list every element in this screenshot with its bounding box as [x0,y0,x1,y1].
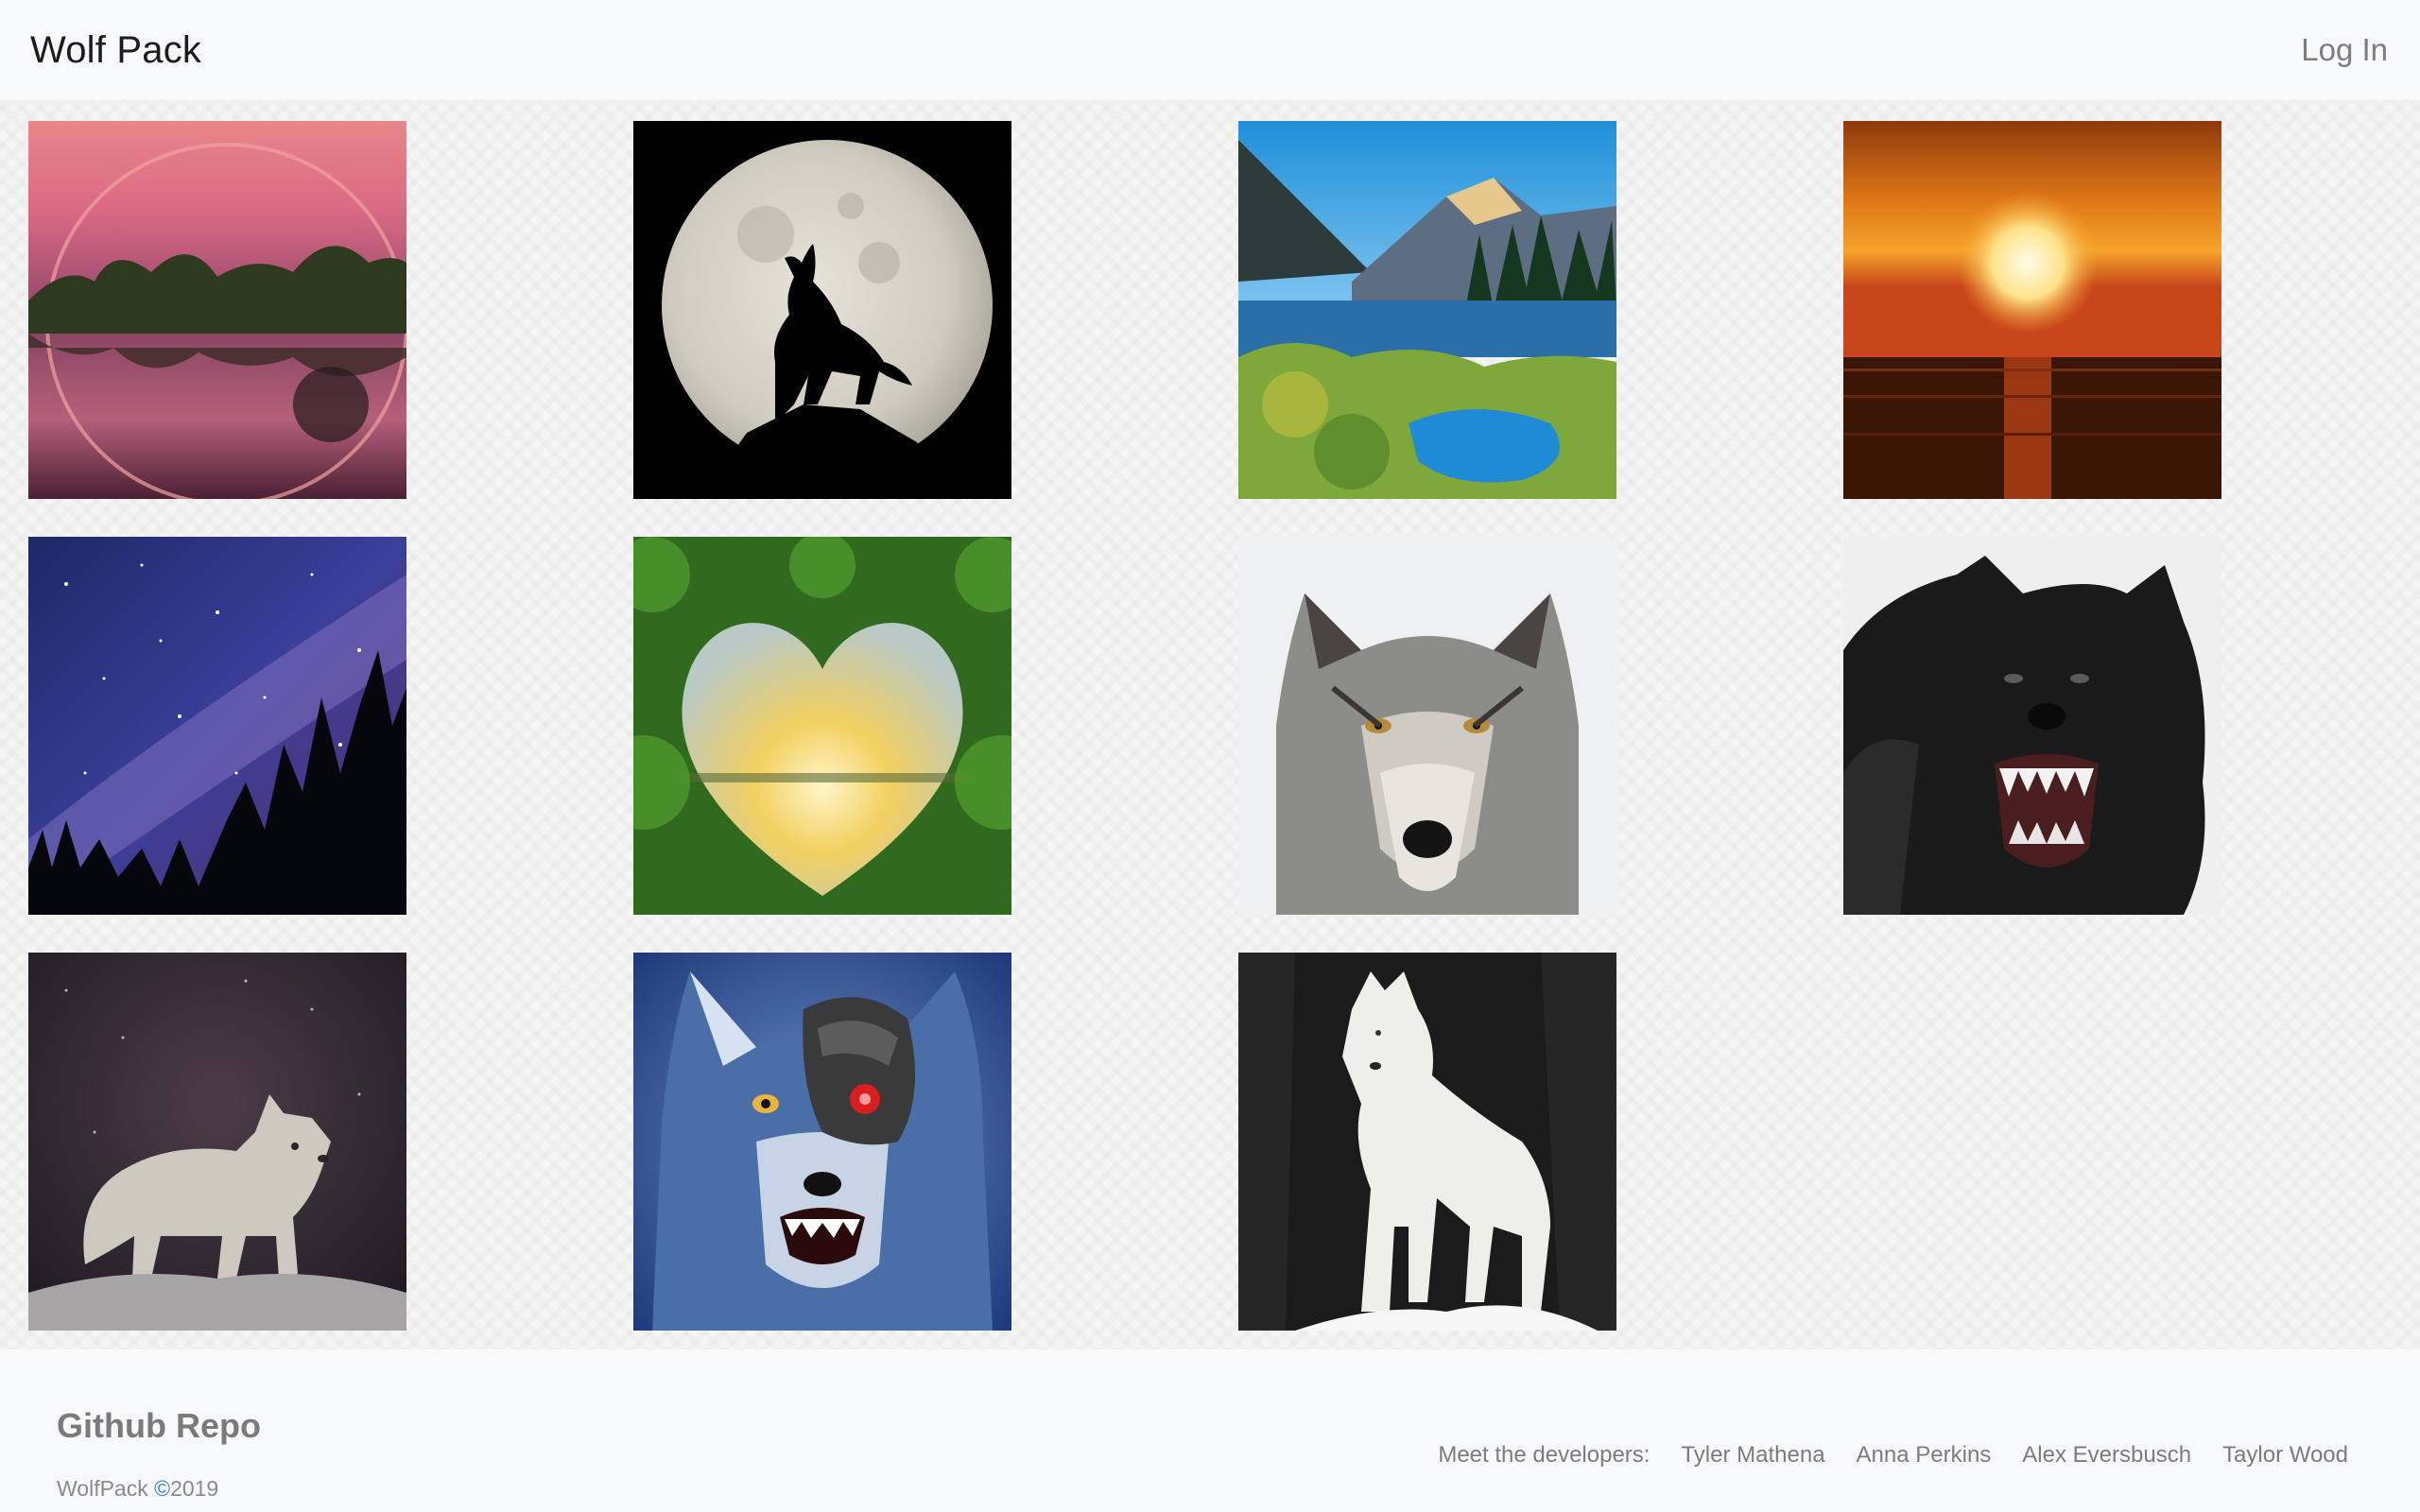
snarling-wolf-image [1843,537,2221,915]
developer-link[interactable]: Taylor Wood [2222,1442,2348,1469]
white-wolf-image [1238,953,1616,1331]
gallery-image-milky-way[interactable] [28,537,406,915]
wolf-moon-image [633,121,1011,499]
gallery-image-heart-forest[interactable] [633,537,1011,915]
developer-link[interactable]: Alex Eversbusch [2022,1442,2191,1469]
brand-title[interactable]: Wolf Pack [30,29,201,72]
ocean-sunset-image [1843,121,2221,499]
developers-list: Meet the developers: Tyler Mathena Anna … [1438,1442,2348,1469]
copyright: WolfPack ©2019 [57,1476,218,1502]
milky-way-image [28,537,406,915]
gallery-image-white-wolf[interactable] [1238,953,1616,1331]
copyright-brand: WolfPack [57,1476,148,1501]
page-footer: Github Repo WolfPack ©2019 Meet the deve… [0,1349,2420,1512]
gallery-image-rainbow-lake[interactable] [28,121,406,499]
gallery-image-wolf-pup[interactable] [28,953,406,1331]
gallery-image-gray-wolf[interactable] [1238,537,1616,915]
gray-wolf-image [1238,537,1616,915]
developer-link[interactable]: Tyler Mathena [1681,1442,1824,1469]
gallery-image-mountain-lake[interactable] [1238,121,1616,499]
developers-label: Meet the developers: [1438,1442,1651,1468]
rainbow-lake-image [28,121,406,499]
heart-forest-image [633,537,1011,915]
github-repo-link[interactable]: Github Repo [57,1406,261,1446]
developer-link[interactable]: Anna Perkins [1857,1442,1992,1469]
copyright-year: 2019 [170,1476,219,1501]
gallery-image-snarling-wolf[interactable] [1843,537,2221,915]
login-link[interactable]: Log In [2301,32,2388,68]
copyright-symbol: © [154,1476,171,1501]
mountain-lake-image [1238,121,1616,499]
wolf-pup-image [28,953,406,1331]
gallery-image-wolf-moon[interactable] [633,121,1011,499]
image-gallery [0,100,2420,1349]
gallery-image-ocean-sunset[interactable] [1843,121,2221,499]
top-navbar: Wolf Pack Log In [0,0,2420,100]
gallery-image-cyborg-wolf[interactable] [633,953,1011,1331]
cyborg-wolf-image [633,953,1011,1331]
